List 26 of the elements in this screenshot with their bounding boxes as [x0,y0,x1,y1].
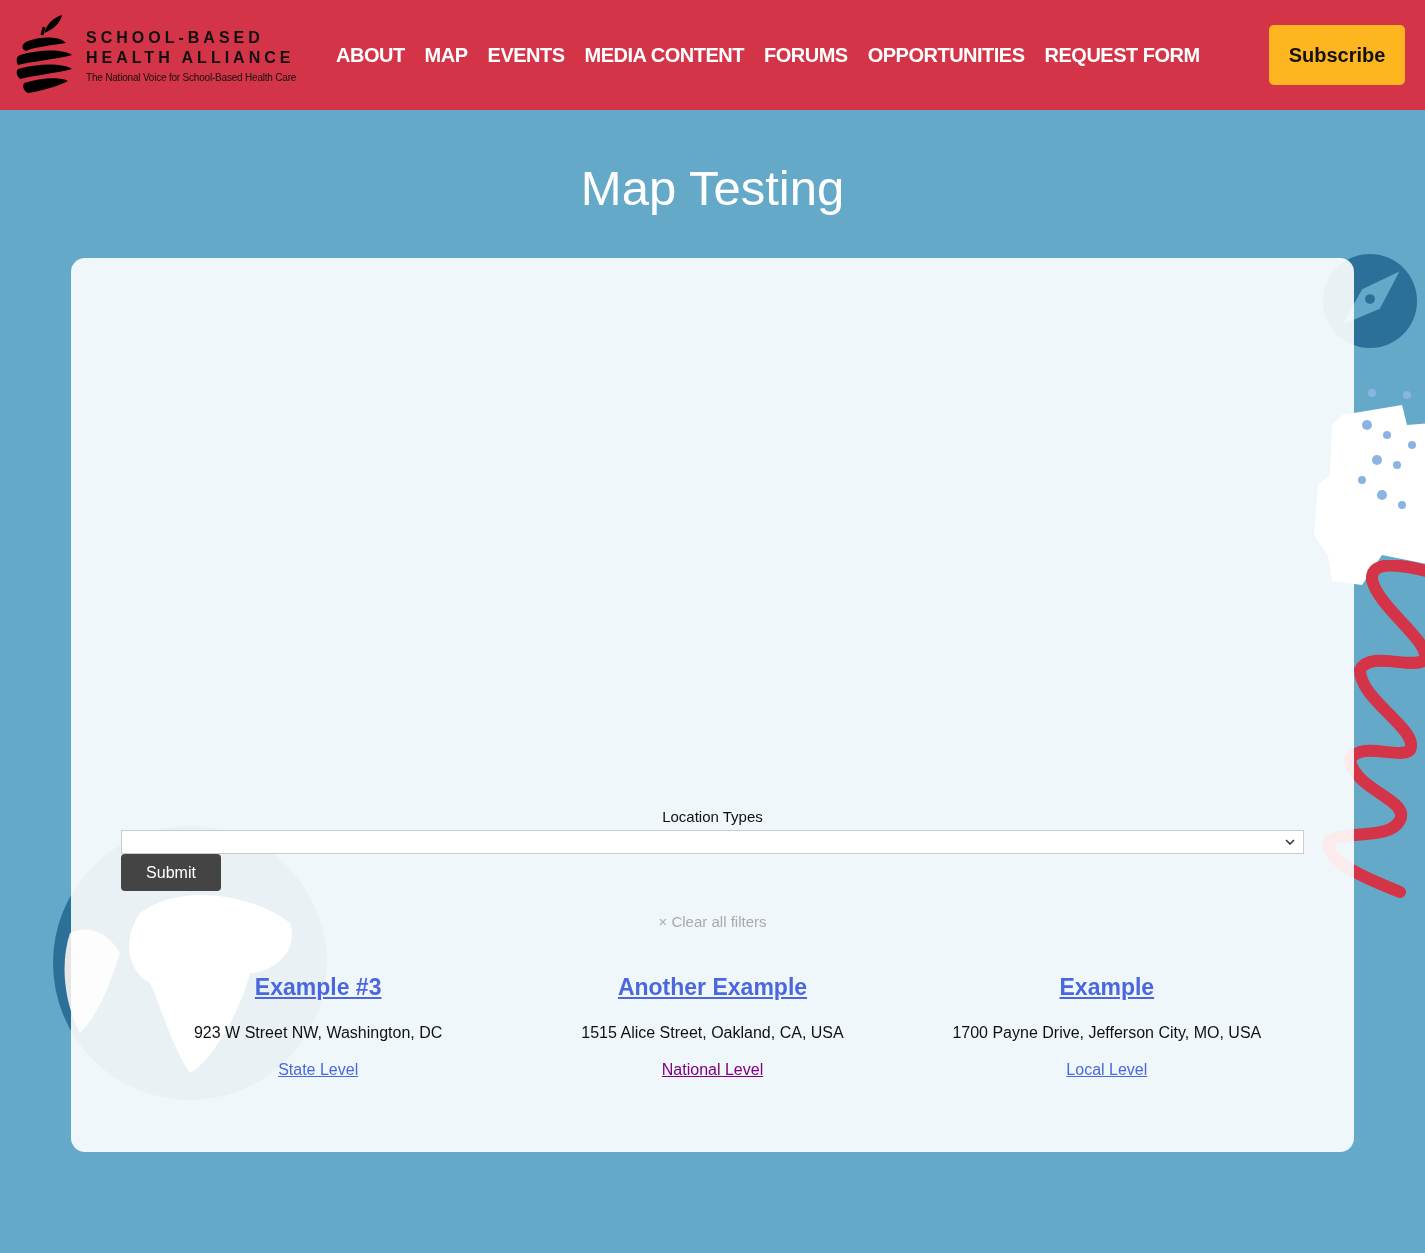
location-address: 923 W Street NW, Washington, DC [193,1024,443,1042]
level-link[interactable]: State Level [278,1061,359,1079]
nav-link[interactable]: REQUEST FORM [1044,43,1200,67]
nav-link[interactable]: ABOUT [336,43,405,67]
location-title-link[interactable]: Example [1059,974,1155,1001]
logo-tagline: The National Voice for School-Based Health Care [86,71,297,83]
nav-link[interactable]: FORUMS [764,43,848,67]
location-address: 1515 Alice Street, Oakland, CA, USA [581,1024,844,1042]
location-type-select[interactable] [121,830,1304,854]
location-address: 1700 Payne Drive, Jefferson City, MO, USA [952,1024,1262,1042]
subscribe-button[interactable]: Subscribe [1269,25,1405,85]
location-title-link[interactable]: Example #3 [254,974,382,1001]
nav-link[interactable]: OPPORTUNITIES [867,43,1025,67]
location-title-link[interactable]: Another Example [617,974,808,1001]
nav-link[interactable]: EVENTS [487,43,565,67]
level-link[interactable]: Local Level [1066,1061,1148,1079]
level-link[interactable]: National Level [661,1061,764,1079]
apple-logo-icon [14,15,74,95]
chevron-down-icon [1285,839,1295,845]
nav-link[interactable]: MAP [424,43,468,67]
field-label: Location Types [661,808,764,825]
page-title: Map Testing [579,162,846,214]
logo-title: SCHOOL-BASED [86,27,265,48]
submit-button[interactable]: Submit [121,854,221,891]
nav-link[interactable]: MEDIA CONTENT [584,43,744,67]
logo-title: HEALTH ALLIANCE [86,47,296,68]
